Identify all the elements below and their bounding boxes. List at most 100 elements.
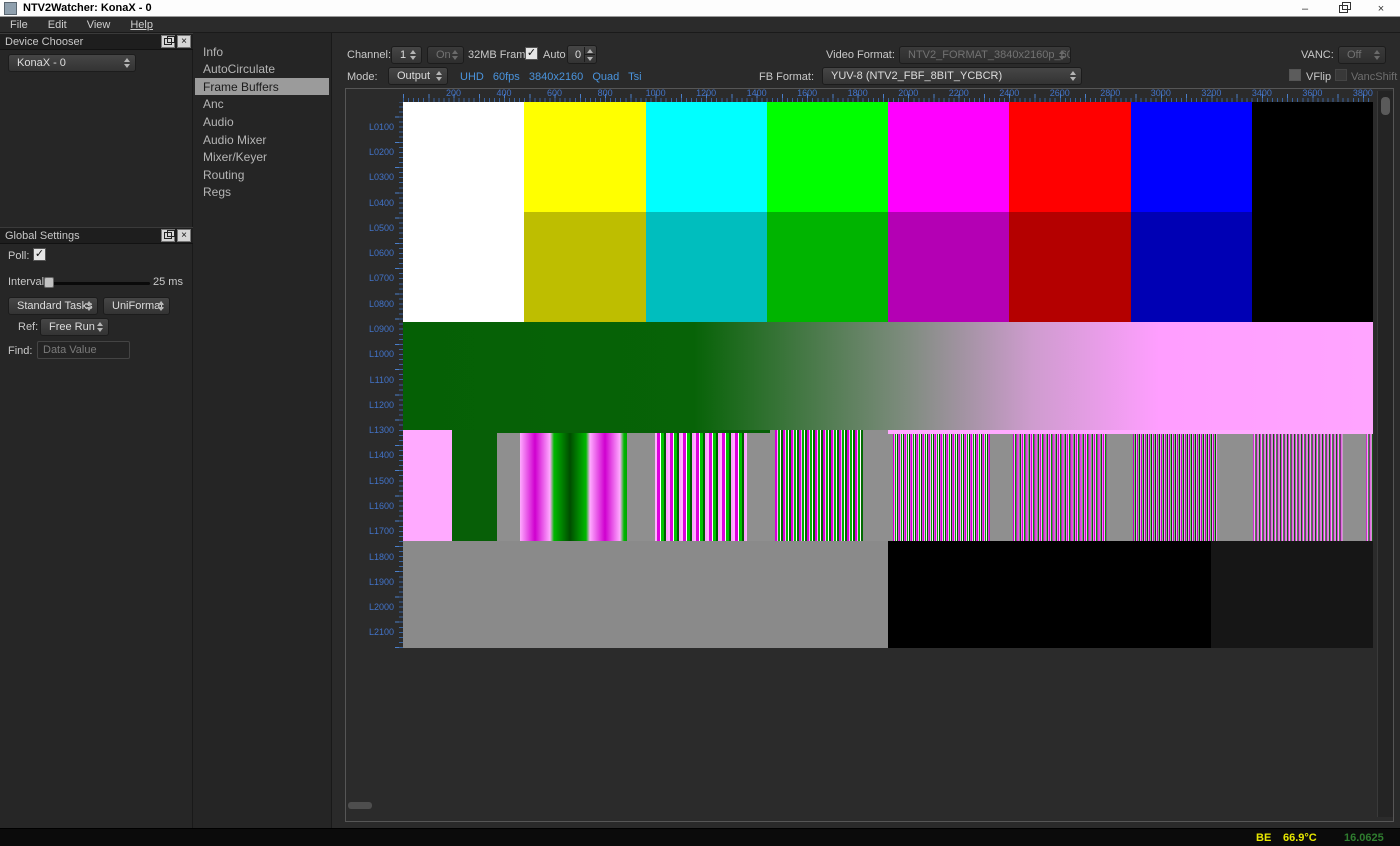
vflip-checkbox[interactable] bbox=[1289, 69, 1301, 81]
global-settings-close-button[interactable]: × bbox=[177, 229, 191, 242]
status-bar: BE 66.9°C 16.0625 mse bbox=[0, 828, 1400, 846]
vanc-select-value: Off bbox=[1347, 49, 1361, 61]
ruler-left: L0100L0200L0300L0400L0500L0600L0700L0800… bbox=[346, 102, 403, 648]
video-format-select[interactable]: NTV2_FORMAT_3840x2160p_6000 bbox=[899, 46, 1071, 64]
ruler-top: 2004006008001000120014001600180020002200… bbox=[403, 89, 1373, 102]
maximize-button[interactable] bbox=[1324, 0, 1362, 17]
ruler-left-label: L1400 bbox=[369, 450, 394, 460]
fb-format-select[interactable]: YUV-8 (NTV2_FBF_8BIT_YCBCR) bbox=[822, 67, 1082, 85]
ruler-top-label: 1400 bbox=[747, 88, 767, 98]
color-bar bbox=[403, 212, 524, 322]
nav-item-audio-mixer[interactable]: Audio Mixer bbox=[195, 131, 329, 148]
restore-icon bbox=[1339, 5, 1348, 13]
ruler-left-label: L0300 bbox=[369, 172, 394, 182]
updown-arrows-icon bbox=[86, 301, 92, 311]
burst-top-strip bbox=[888, 430, 1373, 434]
burst-group bbox=[1366, 430, 1373, 541]
menu-file[interactable]: File bbox=[0, 19, 38, 31]
nav-item-regs[interactable]: Regs bbox=[195, 184, 329, 201]
device-chooser-float-button[interactable] bbox=[161, 35, 175, 48]
nav-item-routing[interactable]: Routing bbox=[195, 166, 329, 183]
channel-select[interactable]: 1 bbox=[391, 46, 422, 64]
menu-view[interactable]: View bbox=[77, 19, 121, 31]
uniformat-select[interactable]: UniFormat bbox=[103, 297, 170, 315]
color-bar bbox=[646, 102, 767, 212]
ruler-top-label: 600 bbox=[547, 88, 562, 98]
framebuffer-canvas[interactable]: 2004006008001000120014001600180020002200… bbox=[345, 88, 1394, 822]
vanc-select[interactable]: Off bbox=[1338, 46, 1386, 64]
ruler-top-label: 3200 bbox=[1201, 88, 1221, 98]
vertical-scrollbar-handle[interactable] bbox=[1381, 97, 1390, 115]
color-bar bbox=[1252, 212, 1373, 322]
bottom-segment bbox=[403, 541, 888, 648]
spinner-buttons[interactable] bbox=[584, 47, 595, 62]
ruler-left-label: L0200 bbox=[369, 147, 394, 157]
interval-label: Interval: bbox=[8, 276, 47, 288]
find-input[interactable]: Data Value bbox=[37, 341, 130, 359]
ruler-left-label: L2100 bbox=[369, 627, 394, 637]
close-button[interactable]: × bbox=[1362, 0, 1400, 17]
interval-slider-track[interactable] bbox=[45, 282, 150, 285]
ref-label: Ref: bbox=[18, 321, 38, 333]
nav-item-mixer-keyer[interactable]: Mixer/Keyer bbox=[195, 149, 329, 166]
color-bar bbox=[1252, 102, 1373, 212]
find-label: Find: bbox=[8, 345, 32, 357]
fb-format-label: FB Format: bbox=[759, 71, 814, 83]
updown-arrows-icon bbox=[436, 71, 442, 81]
section-nav-list: InfoAutoCirculateFrame BuffersAncAudioAu… bbox=[193, 33, 332, 828]
frame-checkbox[interactable]: ✓ bbox=[525, 47, 538, 60]
tasks-select[interactable]: Standard Tasks bbox=[8, 297, 98, 315]
uniformat-select-value: UniFormat bbox=[112, 300, 163, 312]
vertical-scrollbar[interactable] bbox=[1377, 91, 1393, 817]
bottom-segment bbox=[1211, 541, 1373, 648]
poll-label: Poll: bbox=[8, 250, 29, 262]
nav-item-autocirculate[interactable]: AutoCirculate bbox=[195, 61, 329, 78]
menu-help[interactable]: Help bbox=[120, 19, 163, 31]
close-icon: × bbox=[181, 231, 187, 241]
ref-select[interactable]: Free Run bbox=[40, 318, 109, 336]
ruler-top-label: 2200 bbox=[949, 88, 969, 98]
spinner-up-icon[interactable] bbox=[584, 47, 595, 55]
vancshift-label: VancShift bbox=[1351, 71, 1397, 83]
minimize-button[interactable]: – bbox=[1286, 0, 1324, 17]
enable-select[interactable]: On bbox=[427, 46, 464, 64]
nav-item-frame-buffers[interactable]: Frame Buffers bbox=[195, 78, 329, 95]
global-settings-float-button[interactable] bbox=[161, 229, 175, 242]
frame-time-readout: 16.0625 mse bbox=[1344, 832, 1400, 846]
burst-group bbox=[520, 430, 627, 541]
interval-value: 25 ms bbox=[153, 276, 183, 288]
ruler-top-label: 800 bbox=[598, 88, 613, 98]
mode-select-value: Output bbox=[397, 70, 430, 82]
interval-slider-handle[interactable] bbox=[44, 277, 54, 288]
global-settings-title: Global Settings bbox=[5, 230, 161, 242]
mode-select[interactable]: Output bbox=[388, 67, 448, 85]
ruler-top-label: 3400 bbox=[1252, 88, 1272, 98]
tasks-select-value: Standard Tasks bbox=[17, 300, 93, 312]
ruler-left-label: L1600 bbox=[369, 501, 394, 511]
ruler-left-label: L0400 bbox=[369, 198, 394, 208]
nav-item-audio[interactable]: Audio bbox=[195, 113, 329, 130]
burst-group bbox=[1133, 430, 1217, 541]
ruler-left-label: L1300 bbox=[369, 425, 394, 435]
device-chooser-close-button[interactable]: × bbox=[177, 35, 191, 48]
dock-column bbox=[0, 33, 193, 828]
ruler-left-label: L0700 bbox=[369, 273, 394, 283]
vancshift-checkbox[interactable] bbox=[1335, 69, 1347, 81]
ruler-top-label: 2000 bbox=[898, 88, 918, 98]
spinner-down-icon[interactable] bbox=[584, 55, 595, 62]
nav-item-anc[interactable]: Anc bbox=[195, 96, 329, 113]
nav-item-info[interactable]: Info bbox=[195, 43, 329, 60]
horizontal-scrollbar-handle[interactable] bbox=[348, 802, 372, 809]
ruler-top-label: 1200 bbox=[696, 88, 716, 98]
menu-edit[interactable]: Edit bbox=[38, 19, 77, 31]
ruler-top-label: 3000 bbox=[1151, 88, 1171, 98]
ruler-left-label: L0800 bbox=[369, 299, 394, 309]
burst-group bbox=[1253, 430, 1343, 541]
poll-checkbox[interactable]: ✓ bbox=[33, 248, 46, 261]
auto-spinner[interactable]: 0 bbox=[567, 45, 597, 64]
device-select[interactable]: KonaX - 0 bbox=[8, 54, 136, 72]
updown-arrows-icon bbox=[1070, 71, 1076, 81]
mode-label: Mode: bbox=[347, 71, 378, 83]
color-bar bbox=[1131, 212, 1252, 322]
color-bar bbox=[1131, 102, 1252, 212]
